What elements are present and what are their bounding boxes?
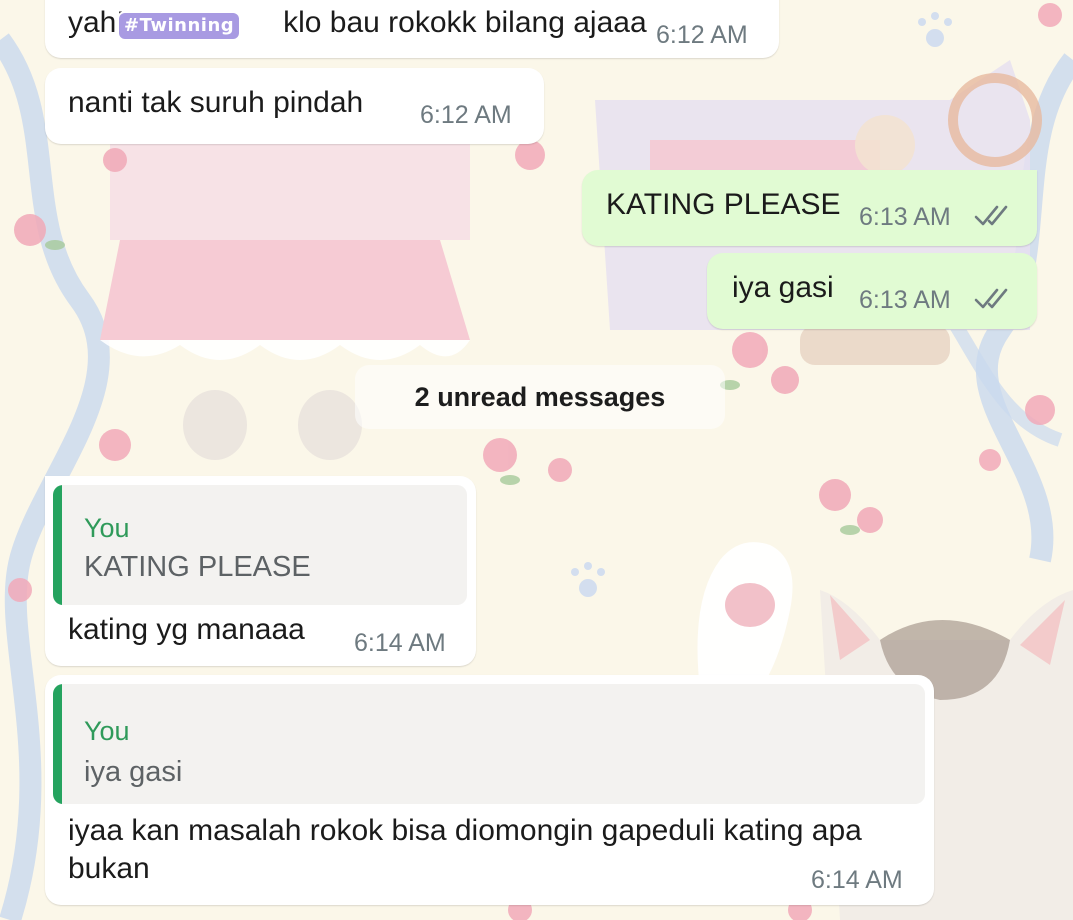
message-time: 6:14 AM	[811, 866, 903, 894]
message-bubble-outgoing[interactable]: iya gasi 6:13 AM	[707, 253, 1037, 329]
message-text: KATING PLEASE	[606, 188, 841, 221]
double-check-icon	[973, 203, 1015, 229]
message-time: 6:12 AM	[420, 101, 512, 129]
unread-messages-divider: 2 unread messages	[355, 365, 725, 429]
quoted-message[interactable]: You KATING PLEASE	[53, 485, 467, 605]
quote-text: iya gasi	[84, 756, 183, 788]
message-bubble-incoming[interactable]: You iya gasi iyaa kan masalah rokok bisa…	[45, 675, 934, 905]
quote-accent-bar	[53, 485, 62, 605]
message-time: 6:12 AM	[656, 21, 748, 49]
message-text: iyaa kan masalah rokok bisa diomongin ga…	[68, 814, 862, 885]
message-bubble-outgoing[interactable]: KATING PLEASE 6:13 AM	[582, 170, 1037, 246]
double-check-icon	[973, 286, 1015, 312]
message-bubble-incoming[interactable]: nanti tak suruh pindah 6:12 AM	[45, 68, 544, 144]
quote-author: You	[84, 513, 130, 543]
message-time: 6:13 AM	[859, 286, 951, 314]
quote-author: You	[84, 716, 130, 746]
message-time: 6:13 AM	[859, 203, 951, 231]
message-time: 6:14 AM	[354, 629, 446, 657]
twinning-sticker: #Twinning	[119, 13, 240, 39]
message-bubble-incoming[interactable]: You KATING PLEASE kating yg manaaa 6:14 …	[45, 476, 476, 666]
unread-messages-label: 2 unread messages	[414, 381, 666, 412]
quote-text: KATING PLEASE	[84, 551, 311, 583]
quote-accent-bar	[53, 684, 62, 804]
message-text: nanti tak suruh pindah	[68, 86, 364, 119]
message-text: kating yg manaaa	[68, 613, 305, 646]
quoted-message[interactable]: You iya gasi	[53, 684, 925, 804]
message-text: iya gasi	[732, 271, 834, 304]
